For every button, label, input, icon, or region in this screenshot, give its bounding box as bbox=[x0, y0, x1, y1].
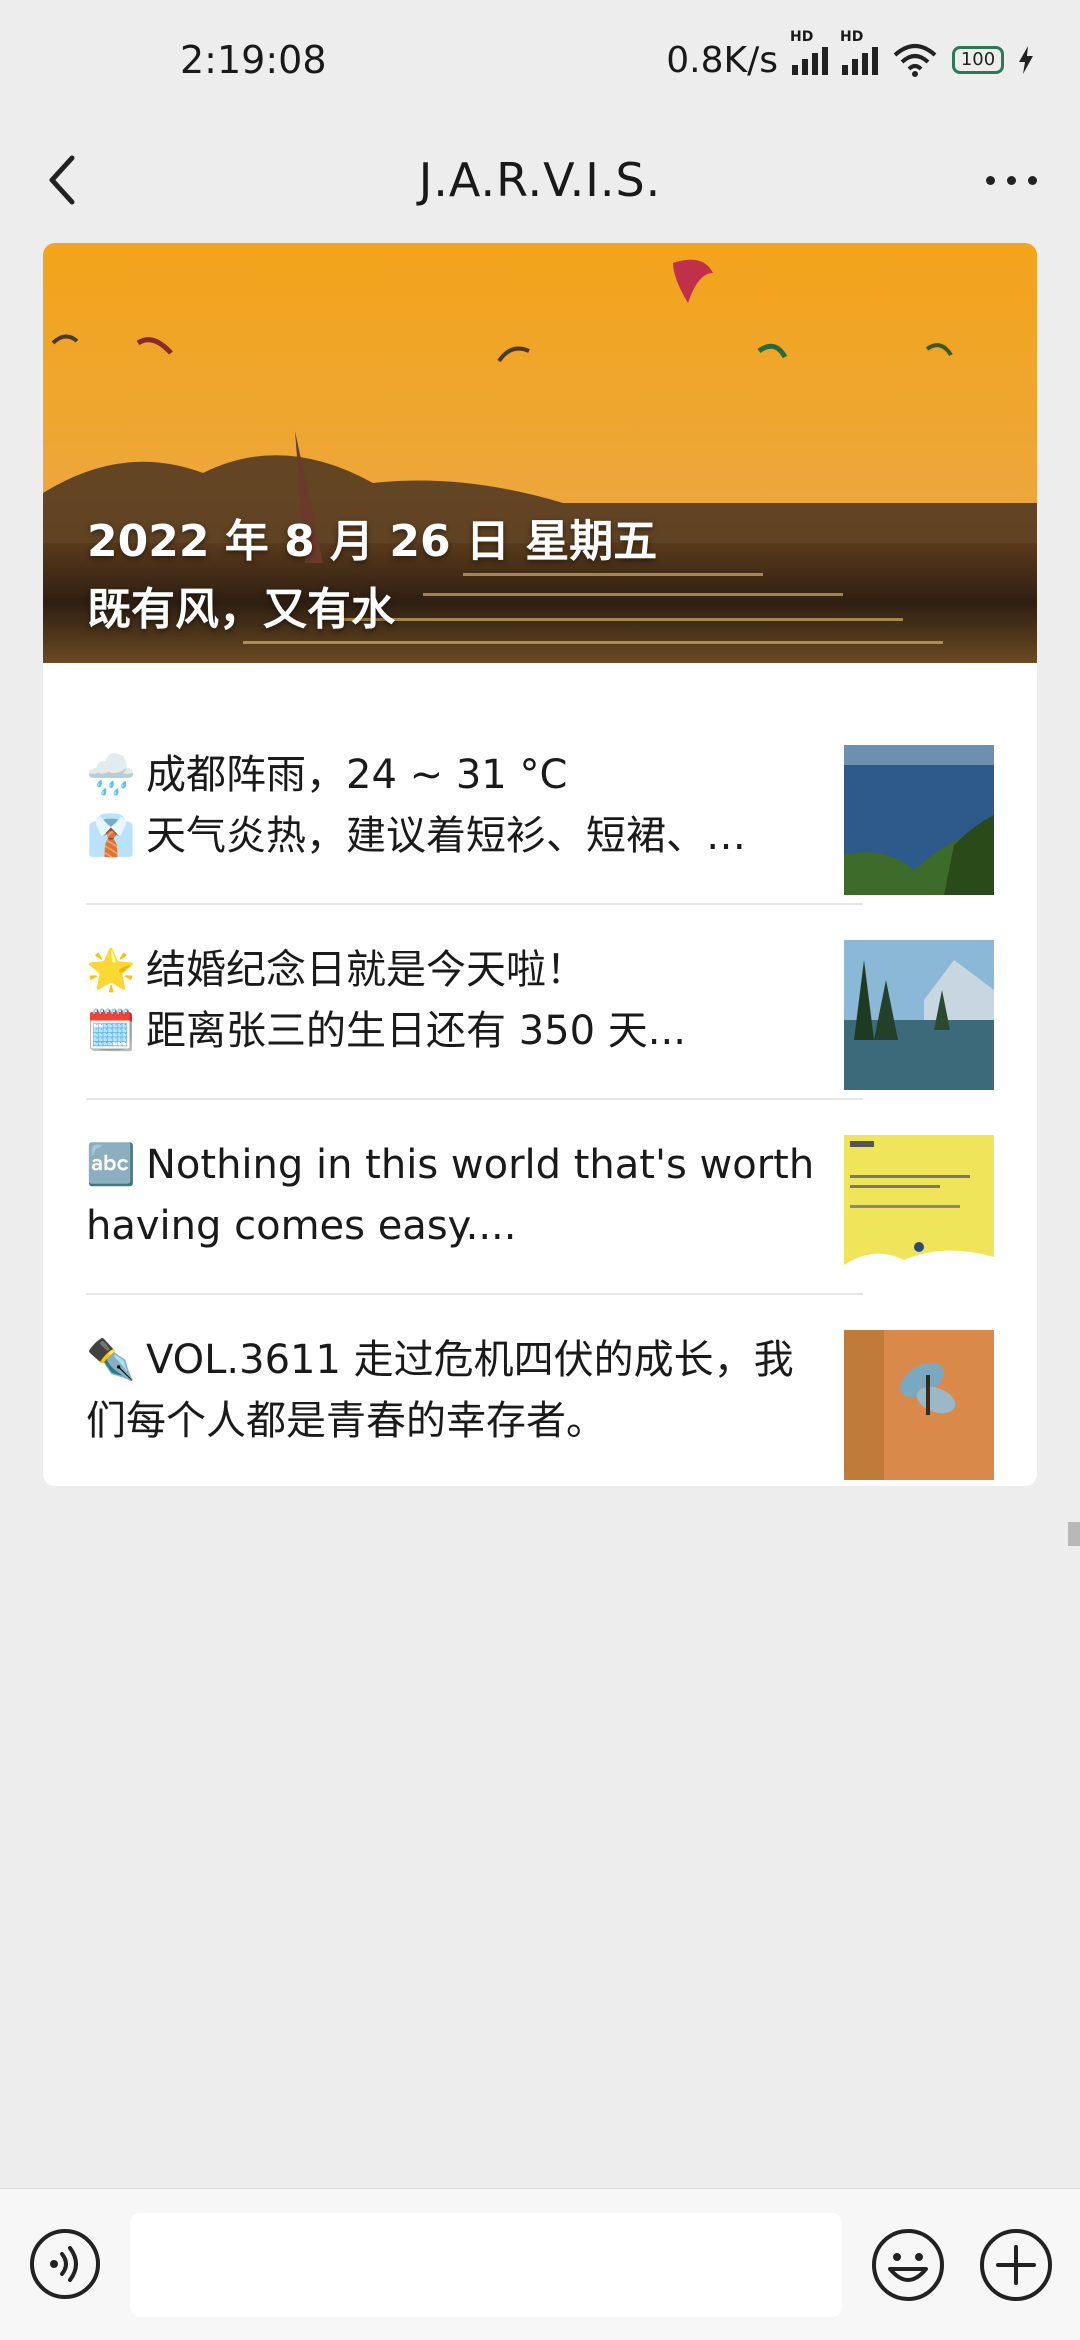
thumbnail-lake-image bbox=[844, 940, 994, 1090]
hero-banner[interactable]: 2022 年 8 月 26 日 星期五 既有风，又有水 bbox=[43, 243, 1037, 663]
anniversary-text: 结婚纪念日就是今天啦！ bbox=[146, 946, 586, 993]
chat-title: J.A.R.V.I.S. bbox=[418, 153, 662, 207]
list-item-quote[interactable]: 🔤 Nothing in this world that's worth havi… bbox=[86, 1098, 994, 1293]
signal-1-icon: HD bbox=[790, 29, 828, 75]
hero-date: 2022 年 8 月 26 日 星期五 bbox=[87, 516, 658, 567]
birthday-text: 距离张三的生日还有 350 天... bbox=[146, 1007, 686, 1054]
status-time: 2:19:08 bbox=[180, 38, 327, 82]
rain-cloud-icon: 🌧️ bbox=[86, 751, 136, 798]
add-more-button[interactable] bbox=[978, 2227, 1054, 2303]
abc-icon: 🔤 bbox=[86, 1141, 136, 1188]
list-item-weather[interactable]: 🌧️ 成都阵雨，24 ~ 31 °C 👔 天气炎热，建议着短衫、短裙、… bbox=[86, 708, 994, 903]
hero-slogan: 既有风，又有水 bbox=[87, 584, 395, 635]
pen-icon: ✒️ bbox=[86, 1336, 136, 1383]
calendar-icon: 🗓️ bbox=[86, 1007, 136, 1054]
quote-text-line2: having comes easy.... bbox=[86, 1202, 517, 1249]
status-bar: 2:19:08 0.8K/s HD HD 100 bbox=[0, 0, 1080, 120]
wifi-icon bbox=[893, 44, 937, 77]
list-item-text: 🌧️ 成都阵雨，24 ~ 31 °C 👔 天气炎热，建议着短衫、短裙、… bbox=[86, 745, 826, 867]
quote-text-line1: Nothing in this world that's worth bbox=[146, 1141, 815, 1188]
signal-2-icon: HD bbox=[840, 29, 878, 75]
thumbnail-butterfly-image bbox=[844, 1330, 994, 1480]
chat-input-bar bbox=[0, 2188, 1080, 2340]
back-button[interactable] bbox=[34, 150, 94, 210]
battery-icon: 100 bbox=[952, 46, 1004, 74]
article-card[interactable]: 2022 年 8 月 26 日 星期五 既有风，又有水 🌧️ 成都阵雨，24 ~ … bbox=[43, 243, 1037, 1486]
list-item-reminders[interactable]: 🌟 结婚纪念日就是今天啦！ 🗓️ 距离张三的生日还有 350 天... bbox=[86, 903, 994, 1098]
nav-bar: J.A.R.V.I.S. bbox=[0, 120, 1080, 240]
weather-text: 成都阵雨，24 ~ 31 °C bbox=[146, 751, 568, 798]
hero-caption: 2022 年 8 月 26 日 星期五 既有风，又有水 bbox=[87, 508, 657, 644]
thumbnail-quote-image bbox=[844, 1135, 994, 1285]
shirt-tie-icon: 👔 bbox=[86, 812, 136, 859]
list-item-article[interactable]: ✒️ VOL.3611 走过危机四伏的成长，我 们每个人都是青春的幸存者。 bbox=[86, 1293, 994, 1486]
scrollbar[interactable] bbox=[1068, 1522, 1080, 1546]
article-text-line1: VOL.3611 走过危机四伏的成长，我 bbox=[146, 1336, 794, 1383]
list-item-text: 🔤 Nothing in this world that's worth havi… bbox=[86, 1135, 826, 1257]
article-text-line2: 们每个人都是青春的幸存者。 bbox=[86, 1397, 606, 1444]
list-item-text: 🌟 结婚纪念日就是今天啦！ 🗓️ 距离张三的生日还有 350 天... bbox=[86, 940, 826, 1062]
dress-advice-text: 天气炎热，建议着短衫、短裙、… bbox=[146, 812, 746, 859]
star-icon: 🌟 bbox=[86, 946, 136, 993]
more-options-button[interactable] bbox=[976, 150, 1046, 210]
status-indicators: 0.8K/s HD HD 100 bbox=[666, 29, 1034, 81]
message-input[interactable] bbox=[130, 2213, 842, 2317]
charging-icon bbox=[1019, 46, 1033, 74]
voice-input-button[interactable] bbox=[28, 2227, 102, 2301]
thumbnail-coast-image bbox=[844, 745, 994, 895]
list-item-text: ✒️ VOL.3611 走过危机四伏的成长，我 们每个人都是青春的幸存者。 bbox=[86, 1330, 826, 1452]
network-speed: 0.8K/s bbox=[666, 39, 778, 81]
emoji-button[interactable] bbox=[870, 2227, 946, 2303]
